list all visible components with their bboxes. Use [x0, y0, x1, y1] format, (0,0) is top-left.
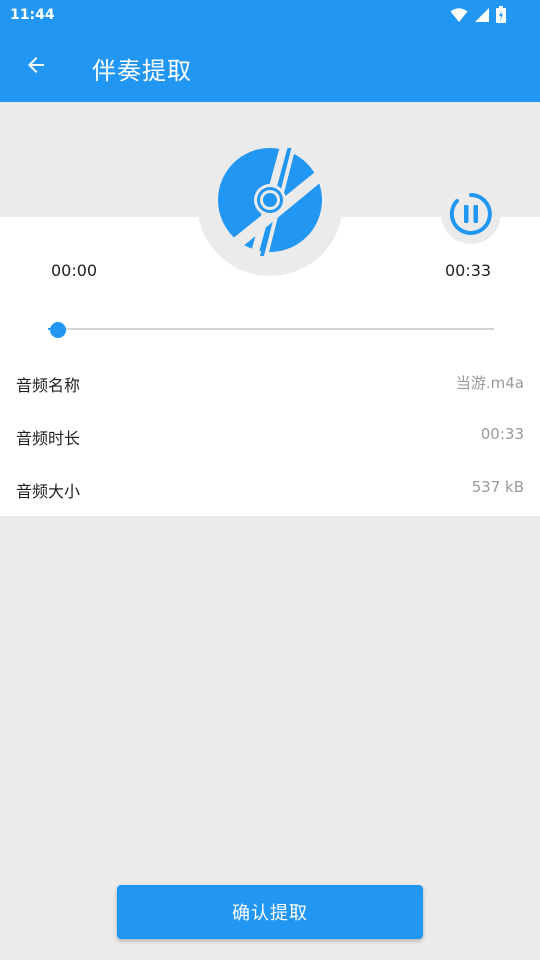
audio-duration-value: 00:33 — [480, 425, 524, 443]
pause-icon — [449, 193, 493, 240]
audio-name-label: 音频名称 — [16, 376, 81, 395]
total-time: 00:33 — [445, 261, 492, 280]
status-time: 11:44 — [10, 7, 55, 23]
page-title: 伴奏提取 — [92, 57, 192, 85]
info-row-duration: 音频时长 00:33 — [0, 410, 540, 463]
arrow-back-icon — [24, 53, 48, 81]
cell-signal-icon — [474, 7, 490, 23]
audio-name-value: 当游.m4a — [455, 374, 524, 392]
audio-size-label: 音频大小 — [16, 482, 81, 501]
info-row-name: 音频名称 当游.m4a — [0, 357, 540, 410]
status-icons — [450, 6, 506, 23]
battery-icon — [496, 6, 506, 23]
screen: 11:44 伴奏提取 00:00 00:33 音频名称 当游.m4a 音频时长 … — [0, 0, 540, 960]
disc-icon — [216, 146, 326, 260]
seek-bar[interactable] — [48, 328, 494, 330]
confirm-extract-button[interactable]: 确认提取 — [117, 885, 423, 939]
wifi-icon — [450, 7, 468, 23]
pause-button[interactable] — [449, 192, 493, 236]
info-row-size: 音频大小 537 kB — [0, 463, 540, 516]
app-header: 11:44 伴奏提取 — [0, 0, 540, 102]
status-bar: 11:44 — [0, 0, 540, 32]
audio-duration-label: 音频时长 — [16, 429, 81, 448]
current-time: 00:00 — [51, 261, 98, 280]
app-bar: 伴奏提取 — [0, 32, 540, 102]
seek-thumb[interactable] — [50, 322, 66, 338]
audio-size-value: 537 kB — [471, 478, 524, 496]
back-button[interactable] — [16, 49, 56, 85]
